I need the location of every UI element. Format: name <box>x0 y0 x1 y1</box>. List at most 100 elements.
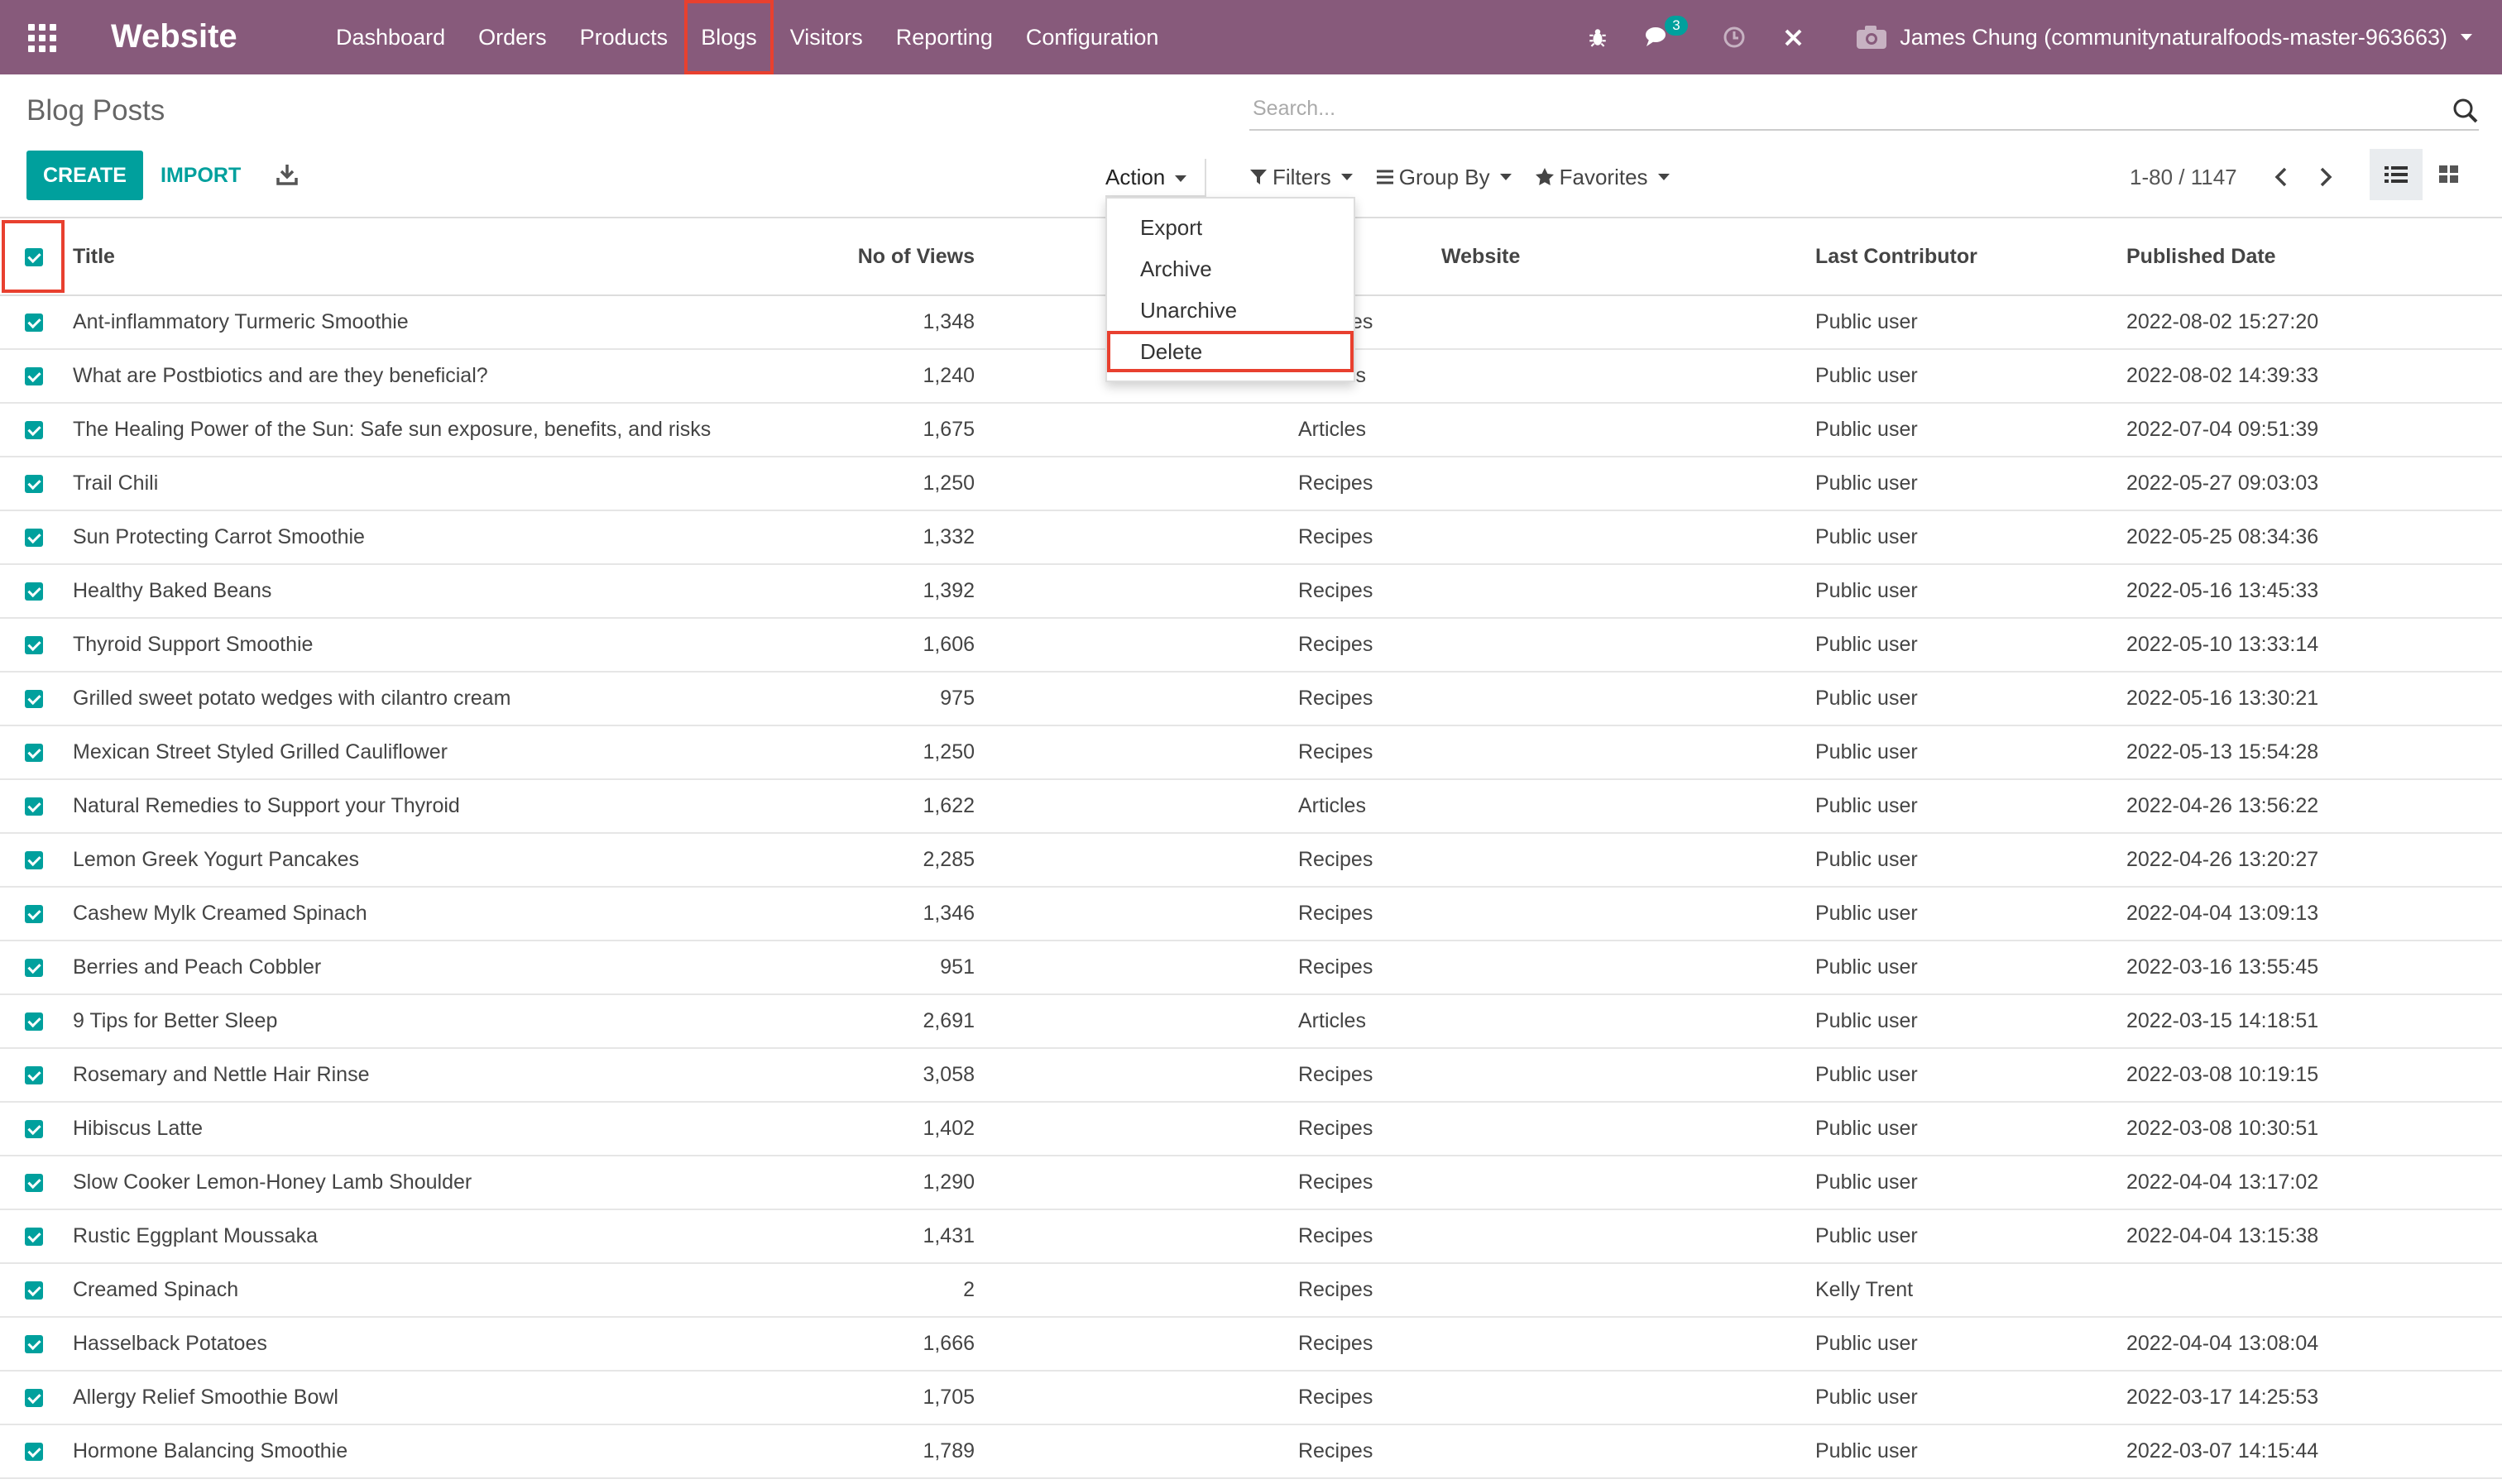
row-blog: Articles <box>1298 794 1366 817</box>
row-checkbox[interactable] <box>25 1264 43 1316</box>
row-published-date: 2022-04-26 13:56:22 <box>2126 794 2319 817</box>
groupby-button[interactable]: Group By <box>1376 159 1512 195</box>
user-name: James Chung (communitynaturalfoods-maste… <box>1900 24 2447 50</box>
row-blog: Articles <box>1298 1009 1366 1032</box>
action-dropdown-toggle[interactable]: Action <box>1105 159 1207 197</box>
table-row[interactable]: Cashew Mylk Creamed Spinach Recipes 1,346 P… <box>0 888 2502 941</box>
row-title: Lemon Greek Yogurt Pancakes <box>73 848 360 871</box>
row-blog: Articles <box>1298 418 1366 441</box>
row-checkbox[interactable] <box>25 1425 43 1477</box>
pager-value[interactable]: 1-80 / 1147 <box>2130 159 2237 195</box>
select-all-checkbox[interactable] <box>25 218 43 294</box>
row-blog: Recipes <box>1298 1063 1373 1086</box>
row-checkbox[interactable] <box>25 995 43 1047</box>
row-last-contributor: Public user <box>1815 364 1918 387</box>
table-row[interactable]: Rustic Eggplant Moussaka Recipes 1,431 Publ… <box>0 1210 2502 1264</box>
favorites-button[interactable]: Favorites <box>1535 159 1670 195</box>
table-row[interactable]: Sun Protecting Carrot Smoothie Recipes 1,3… <box>0 511 2502 565</box>
table-row[interactable]: Thyroid Support Smoothie Recipes 1,606 Publ… <box>0 619 2502 673</box>
menu-item-products[interactable]: Products <box>563 0 685 74</box>
row-checkbox[interactable] <box>25 296 43 348</box>
row-title: Hormone Balancing Smoothie <box>73 1439 348 1462</box>
table-row[interactable]: Slow Cooker Lemon-Honey Lamb Shoulder Rec… <box>0 1156 2502 1210</box>
column-header-website[interactable]: Website <box>1441 218 1520 294</box>
row-checkbox[interactable] <box>25 780 43 832</box>
search-icon[interactable] <box>2452 98 2479 124</box>
table-row[interactable]: Hibiscus Latte Recipes 1,402 Public user 202… <box>0 1103 2502 1156</box>
table-row[interactable]: Natural Remedies to Support your Thyroid… <box>0 780 2502 834</box>
row-title: What are Postbiotics and are they benefi… <box>73 364 488 387</box>
row-checkbox[interactable] <box>25 1372 43 1424</box>
pager-previous-button[interactable] <box>2259 159 2303 195</box>
chat-icon[interactable]: 3 <box>1645 16 1688 49</box>
grid-icon <box>2439 165 2458 183</box>
kanban-view-button[interactable] <box>2423 149 2476 200</box>
import-button[interactable]: IMPORT <box>159 151 242 200</box>
create-button[interactable]: CREATE <box>26 151 143 200</box>
row-last-contributor: Public user <box>1815 418 1918 441</box>
action-export[interactable]: Export <box>1107 207 1354 248</box>
apps-menu-icon[interactable] <box>28 24 56 52</box>
table-row[interactable]: Hormone Balancing Smoothie Recipes 1,789 Pu… <box>0 1425 2502 1479</box>
tools-icon[interactable] <box>1782 26 1805 49</box>
user-menu[interactable]: James Chung (communitynaturalfoods-maste… <box>1855 24 2472 50</box>
row-checkbox[interactable] <box>25 404 43 456</box>
action-label: Action <box>1105 165 1166 189</box>
row-views: 1,240 <box>923 364 975 387</box>
row-checkbox[interactable] <box>25 457 43 510</box>
menu-item-visitors[interactable]: Visitors <box>774 0 880 74</box>
menu-item-configuration[interactable]: Configuration <box>1009 0 1176 74</box>
row-checkbox[interactable] <box>25 834 43 886</box>
pager-next-button[interactable] <box>2303 159 2348 195</box>
action-archive[interactable]: Archive <box>1107 248 1354 290</box>
app-title[interactable]: Website <box>111 15 237 58</box>
table-row[interactable]: Hasselback Potatoes Recipes 1,666 Public us… <box>0 1318 2502 1372</box>
table-row[interactable]: Allergy Relief Smoothie Bowl Recipes 1,705… <box>0 1372 2502 1425</box>
row-checkbox[interactable] <box>25 565 43 617</box>
row-checkbox[interactable] <box>25 673 43 725</box>
table-row[interactable]: Trail Chili Recipes 1,250 Public user 2022-0… <box>0 457 2502 511</box>
table-row[interactable]: Creamed Spinach Recipes 2 Kelly Trent <box>0 1264 2502 1318</box>
row-views: 1,705 <box>923 1386 975 1409</box>
row-last-contributor: Public user <box>1815 1063 1918 1086</box>
column-header-last-contributor[interactable]: Last Contributor <box>1815 218 1977 294</box>
download-icon[interactable] <box>275 162 300 187</box>
row-checkbox[interactable] <box>25 1103 43 1155</box>
column-header-views[interactable]: No of Views <box>858 218 975 294</box>
list-view-button[interactable] <box>2370 149 2423 200</box>
table-row[interactable]: Healthy Baked Beans Recipes 1,392 Public us… <box>0 565 2502 619</box>
bug-icon[interactable] <box>1587 26 1608 48</box>
row-checkbox[interactable] <box>25 1210 43 1262</box>
row-checkbox[interactable] <box>25 1318 43 1370</box>
table-row[interactable]: Grilled sweet potato wedges with cilantr… <box>0 673 2502 726</box>
row-checkbox[interactable] <box>25 726 43 778</box>
search-input[interactable] <box>1249 89 2414 127</box>
table-row[interactable]: Berries and Peach Cobbler Recipes 951 Publi… <box>0 941 2502 995</box>
table-row[interactable]: The Healing Power of the Sun: Safe sun e… <box>0 404 2502 457</box>
row-checkbox[interactable] <box>25 941 43 993</box>
row-checkbox[interactable] <box>25 619 43 671</box>
row-checkbox[interactable] <box>25 1049 43 1101</box>
row-checkbox[interactable] <box>25 350 43 402</box>
column-header-published-date[interactable]: Published Date <box>2126 218 2276 294</box>
action-unarchive[interactable]: Unarchive <box>1107 290 1354 331</box>
column-header-title[interactable]: Title <box>73 218 115 294</box>
row-checkbox[interactable] <box>25 511 43 563</box>
row-published-date: 2022-05-13 15:54:28 <box>2126 740 2319 764</box>
action-delete[interactable]: Delete <box>1107 331 1354 372</box>
table-row[interactable]: Mexican Street Styled Grilled Cauliflowe… <box>0 726 2502 780</box>
row-published-date: 2022-05-27 09:03:03 <box>2126 472 2319 495</box>
table-row[interactable]: 9 Tips for Better Sleep Articles 2,691 Publ… <box>0 995 2502 1049</box>
menu-item-reporting[interactable]: Reporting <box>880 0 1009 74</box>
filters-button[interactable]: Filters <box>1249 159 1353 195</box>
table-row[interactable]: Rosemary and Nettle Hair Rinse Recipes 3,0… <box>0 1049 2502 1103</box>
table-row[interactable]: Lemon Greek Yogurt Pancakes Recipes 2,285 P… <box>0 834 2502 888</box>
menu-item-blogs[interactable]: Blogs <box>684 0 774 74</box>
menu-item-dashboard[interactable]: Dashboard <box>319 0 462 74</box>
row-last-contributor: Public user <box>1815 1386 1918 1409</box>
row-published-date: 2022-03-08 10:30:51 <box>2126 1117 2319 1140</box>
row-checkbox[interactable] <box>25 888 43 940</box>
menu-item-orders[interactable]: Orders <box>462 0 563 74</box>
activity-clock-icon[interactable] <box>1723 26 1746 49</box>
row-checkbox[interactable] <box>25 1156 43 1209</box>
